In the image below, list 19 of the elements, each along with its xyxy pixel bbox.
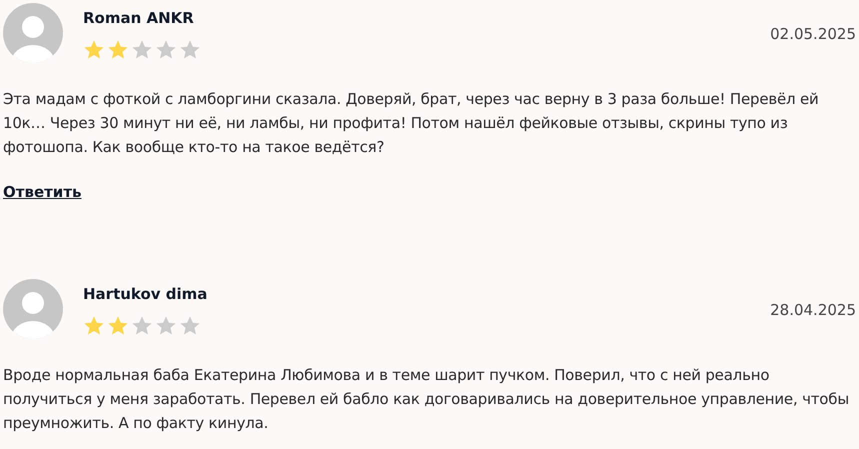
star-icon xyxy=(155,39,177,61)
review-date: 28.04.2025 xyxy=(770,301,856,319)
star-icon xyxy=(107,39,129,61)
author-name: Hartukov dima xyxy=(83,285,208,303)
reply-link[interactable]: Ответить xyxy=(3,183,82,201)
avatar-icon xyxy=(3,3,63,63)
review-date: 02.05.2025 xyxy=(770,25,856,43)
star-icon xyxy=(83,315,105,337)
review-text: Вроде нормальная баба Екатерина Любимова и в теме шарит пучком. Поверил, что с ней реально получиться у меня заработать. Перевел ей бабло как договаривались на доверительное управление, чтобы преумножить. А по факту кинула. xyxy=(3,365,850,434)
star-icon xyxy=(179,39,201,61)
star-icon xyxy=(83,39,105,61)
avatar-icon xyxy=(3,279,63,339)
star-icon xyxy=(131,315,153,337)
star-icon xyxy=(155,315,177,337)
author-name: Roman ANKR xyxy=(83,9,195,27)
star-icon xyxy=(179,315,201,337)
review-text: Эта мадам с фоткой с ламборгини сказала. Доверяй, брат, через час верну в 3 раза больше! Перевёл ей 10к… Через 30 минут ни её, ни ламбы, ни профита! Потом нашёл фейковые отзывы, скрины тупо из фотошопа. Как вообще кто-то на такое ведётся? xyxy=(3,89,820,158)
star-icon xyxy=(131,39,153,61)
star-icon xyxy=(107,315,129,337)
